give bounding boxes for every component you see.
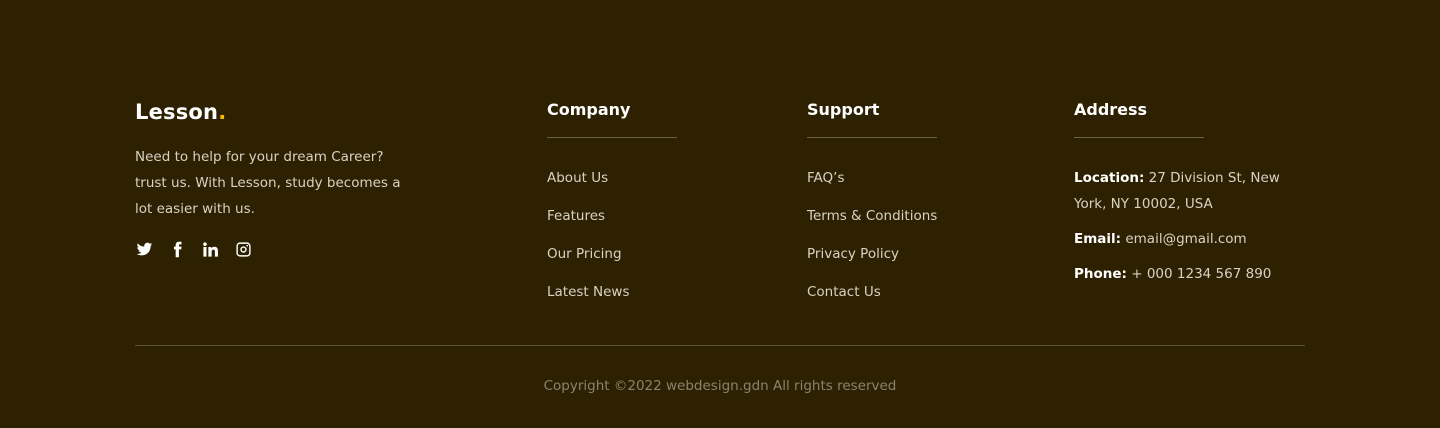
support-column: Support FAQ’s Terms & Conditions Privacy… [807, 100, 937, 320]
twitter-icon[interactable] [135, 240, 153, 258]
link-latest-news[interactable]: Latest News [547, 282, 677, 320]
company-heading-rule [547, 137, 677, 138]
address-phone: Phone: + 000 1234 567 890 [1074, 261, 1314, 287]
address-heading: Address [1074, 100, 1148, 119]
company-links: About Us Features Our Pricing Latest New… [547, 168, 677, 320]
location-label: Location: [1074, 170, 1145, 186]
brand-block: Lesson. Need to help for your dream Care… [135, 100, 405, 258]
address-heading-rule [1074, 137, 1204, 138]
link-faqs[interactable]: FAQ’s [807, 168, 937, 206]
link-our-pricing[interactable]: Our Pricing [547, 244, 677, 282]
support-links: FAQ’s Terms & Conditions Privacy Policy … [807, 168, 937, 320]
address-column: Address Location: 27 Division St, New Yo… [1074, 100, 1314, 299]
tagline: Need to help for your dream Career? trus… [135, 149, 401, 217]
logo-dot: . [218, 100, 227, 124]
company-column: Company About Us Features Our Pricing La… [547, 100, 677, 320]
copyright-text: Copyright ©2022 webdesign.gdn All rights… [543, 378, 897, 394]
email-value[interactable]: email@gmail.com [1121, 231, 1246, 247]
logo[interactable]: Lesson. [135, 100, 405, 124]
phone-label: Phone: [1074, 266, 1127, 282]
support-heading-rule [807, 137, 937, 138]
logo-text: Lesson [135, 100, 219, 124]
phone-value[interactable]: + 000 1234 567 890 [1127, 266, 1271, 282]
link-privacy-policy[interactable]: Privacy Policy [807, 244, 937, 282]
link-about-us[interactable]: About Us [547, 168, 677, 206]
linkedin-icon[interactable] [201, 240, 219, 258]
site-footer: Lesson. Need to help for your dream Care… [0, 0, 1440, 428]
company-heading: Company [547, 100, 631, 119]
email-label: Email: [1074, 231, 1122, 247]
link-terms-conditions[interactable]: Terms & Conditions [807, 206, 937, 244]
link-contact-us[interactable]: Contact Us [807, 282, 937, 320]
link-features[interactable]: Features [547, 206, 677, 244]
address-location: Location: 27 Division St, New York, NY 1… [1074, 165, 1314, 217]
support-heading: Support [807, 100, 880, 119]
footer-divider [135, 345, 1305, 346]
instagram-icon[interactable] [234, 240, 252, 258]
address-email: Email: email@gmail.com [1074, 226, 1314, 252]
social-links [135, 240, 405, 258]
facebook-icon[interactable] [168, 240, 186, 258]
